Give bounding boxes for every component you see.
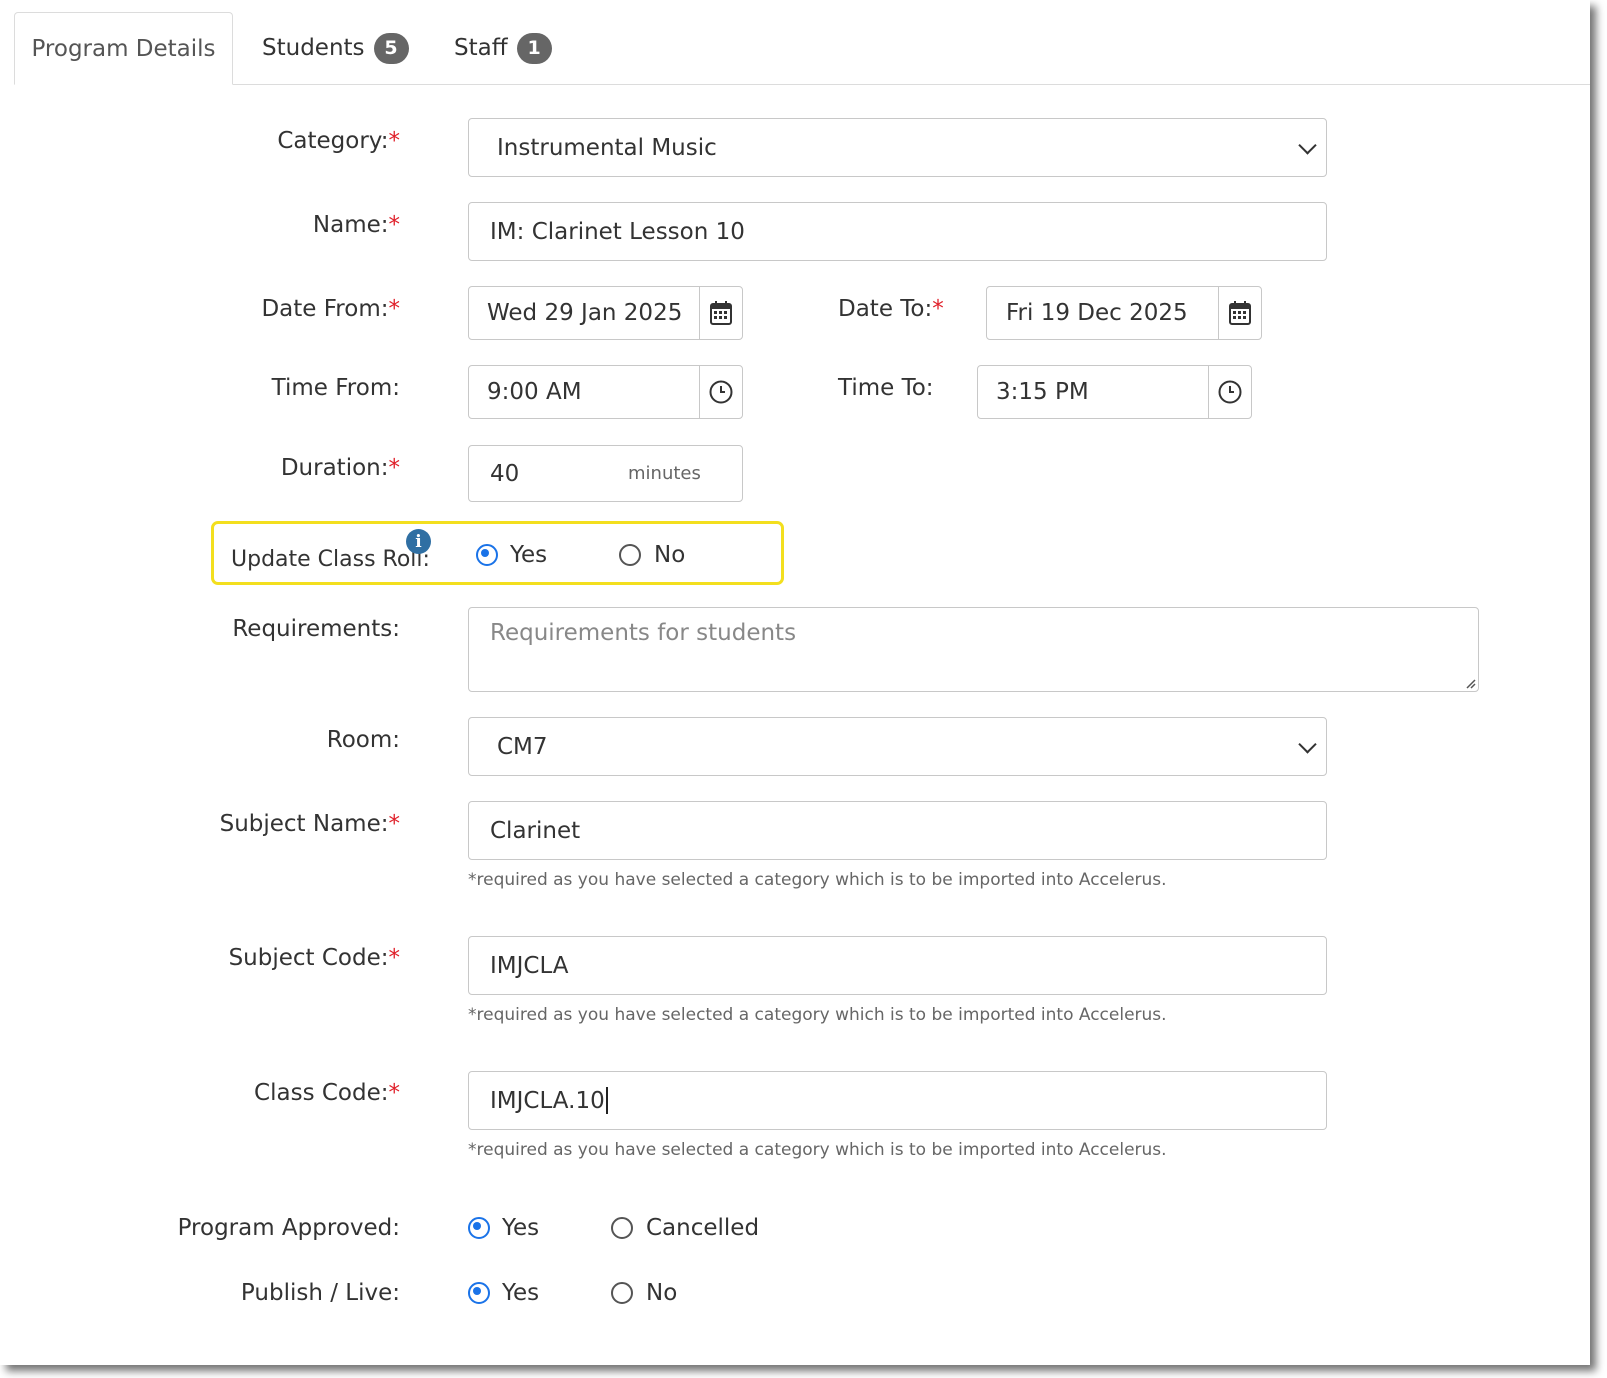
publish-live-no-label: No: [646, 1280, 678, 1306]
time-from-label: Time From:: [271, 375, 400, 401]
update-class-roll-no[interactable]: No: [619, 542, 685, 568]
date-from-label: Date From:*: [261, 296, 400, 322]
update-class-roll-yes-label: Yes: [510, 542, 548, 568]
program-approved-cancelled-label: Cancelled: [646, 1215, 760, 1241]
date-to-value: Fri 19 Dec 2025: [1006, 300, 1188, 326]
time-to-input[interactable]: 3:15 PM: [977, 365, 1252, 419]
program-approved-cancelled[interactable]: Cancelled: [611, 1215, 759, 1241]
subject-name-hint: *required as you have selected a categor…: [468, 870, 1167, 890]
resize-handle-icon[interactable]: [1464, 677, 1476, 689]
radio-unselected-icon: [611, 1282, 633, 1304]
time-from-input[interactable]: 9:00 AM: [468, 365, 743, 419]
publish-live-label: Publish / Live:: [240, 1280, 400, 1306]
duration-label: Duration:*: [280, 455, 400, 481]
chevron-down-icon: [1298, 734, 1317, 754]
program-approved-yes-label: Yes: [502, 1215, 540, 1241]
tab-bar: Program Details Students 5 Staff 1: [14, 12, 1590, 85]
time-from-clock-button[interactable]: [699, 366, 742, 418]
text-cursor: [605, 1087, 608, 1114]
radio-selected-icon: [476, 544, 498, 566]
radio-unselected-icon: [619, 544, 641, 566]
name-input[interactable]: IM: Clarinet Lesson 10: [468, 202, 1327, 261]
date-from-calendar-button[interactable]: [699, 287, 742, 339]
name-label: Name:*: [312, 212, 400, 238]
publish-live-no[interactable]: No: [611, 1280, 677, 1306]
program-approved-label: Program Approved:: [177, 1215, 400, 1241]
category-value: Instrumental Music: [497, 134, 717, 161]
subject-code-input[interactable]: IMJCLA: [468, 936, 1327, 995]
tab-program-details[interactable]: Program Details: [14, 12, 233, 85]
calendar-icon: [1229, 301, 1251, 325]
room-value: CM7: [497, 733, 548, 760]
class-code-value: IMJCLA.10: [490, 1087, 605, 1114]
duration-value: 40: [490, 460, 520, 487]
date-from-value: Wed 29 Jan 2025: [487, 300, 683, 326]
date-to-label: Date To:*: [838, 296, 944, 322]
publish-live-yes[interactable]: Yes: [468, 1280, 539, 1306]
time-to-value: 3:15 PM: [996, 379, 1089, 405]
name-value: IM: Clarinet Lesson 10: [490, 218, 745, 245]
radio-selected-icon: [468, 1282, 490, 1304]
radio-selected-icon: [468, 1217, 490, 1239]
subject-code-hint: *required as you have selected a categor…: [468, 1005, 1167, 1025]
subject-code-label: Subject Code:*: [228, 945, 400, 971]
update-class-roll-no-label: No: [654, 542, 686, 568]
publish-live-yes-label: Yes: [502, 1280, 540, 1306]
staff-count-badge: 1: [516, 32, 552, 64]
requirements-placeholder: Requirements for students: [490, 620, 797, 646]
update-class-roll-label: Update Class Roll:: [231, 547, 430, 572]
subject-name-input[interactable]: Clarinet: [468, 801, 1327, 860]
duration-unit: minutes: [628, 463, 701, 484]
date-to-calendar-button[interactable]: [1218, 287, 1261, 339]
tab-students[interactable]: Students 5: [262, 12, 409, 84]
requirements-textarea[interactable]: Requirements for students: [468, 607, 1479, 692]
program-form-panel: Program Details Students 5 Staff 1 Categ…: [0, 0, 1590, 1365]
subject-name-value: Clarinet: [490, 817, 581, 844]
room-label: Room:: [326, 727, 400, 753]
category-label: Category:*: [277, 128, 400, 154]
tab-staff-label: Staff: [454, 35, 508, 61]
date-from-input[interactable]: Wed 29 Jan 2025: [468, 286, 743, 340]
time-from-value: 9:00 AM: [487, 379, 582, 405]
subject-name-label: Subject Name:*: [219, 811, 400, 837]
requirements-label: Requirements:: [232, 616, 400, 642]
students-count-badge: 5: [373, 32, 409, 64]
radio-unselected-icon: [611, 1217, 633, 1239]
calendar-icon: [710, 301, 732, 325]
subject-code-value: IMJCLA: [490, 952, 569, 979]
info-icon[interactable]: i: [406, 529, 431, 554]
tab-program-details-label: Program Details: [31, 35, 216, 62]
class-code-label: Class Code:*: [254, 1080, 400, 1106]
category-select[interactable]: Instrumental Music: [468, 118, 1327, 177]
clock-icon: [1218, 380, 1242, 404]
duration-input[interactable]: 40 minutes: [468, 445, 743, 502]
time-to-clock-button[interactable]: [1208, 366, 1251, 418]
clock-icon: [709, 380, 733, 404]
date-to-input[interactable]: Fri 19 Dec 2025: [986, 286, 1262, 340]
class-code-input[interactable]: IMJCLA.10: [468, 1071, 1327, 1130]
tab-staff[interactable]: Staff 1: [454, 12, 552, 84]
room-select[interactable]: CM7: [468, 717, 1327, 776]
class-code-hint: *required as you have selected a categor…: [468, 1140, 1167, 1160]
chevron-down-icon: [1298, 135, 1317, 155]
time-to-label: Time To:: [838, 375, 934, 401]
program-approved-yes[interactable]: Yes: [468, 1215, 539, 1241]
tab-students-label: Students: [262, 35, 365, 61]
update-class-roll-yes[interactable]: Yes: [476, 542, 547, 568]
